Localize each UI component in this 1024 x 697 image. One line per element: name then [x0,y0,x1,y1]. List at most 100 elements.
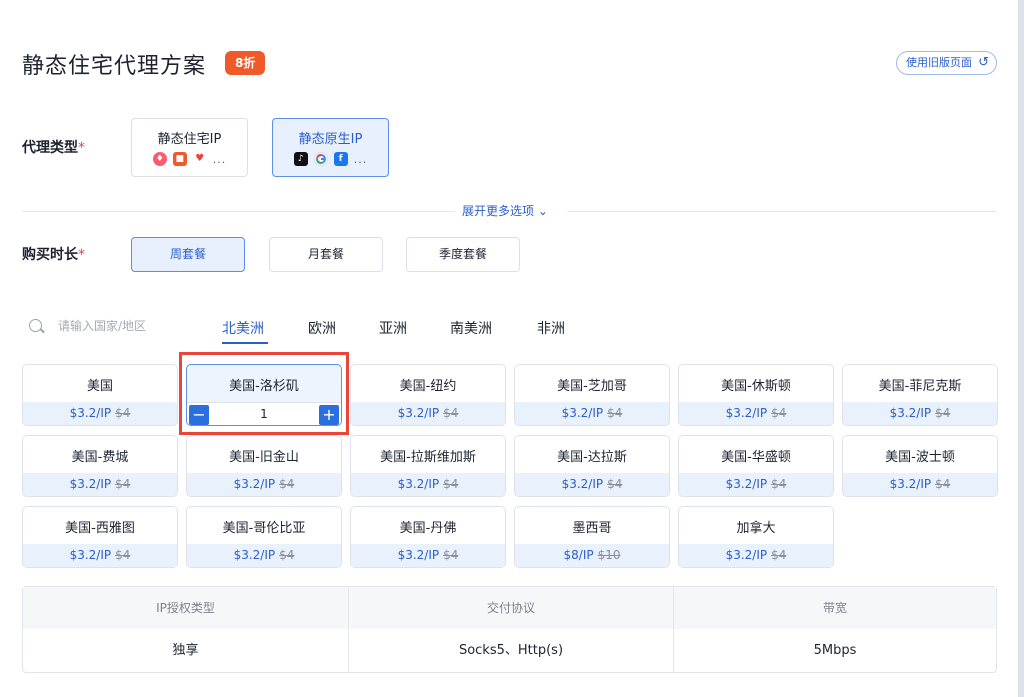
original-price: $4 [771,406,787,420]
location-price: $3.2/IP $4 [187,473,341,496]
duration-week-button[interactable]: 周套餐 [131,237,245,272]
info-column: IP授权类型 独享 [23,587,348,672]
current-price: $3.2/IP [561,406,604,420]
current-price: $3.2/IP [725,406,768,420]
location-card[interactable]: 美国-丹佛 $3.2/IP $4 [350,506,506,568]
google-icon [313,152,328,166]
location-name: 美国-拉斯维加斯 [380,450,476,465]
scrollbar[interactable] [1018,0,1024,697]
discount-badge: 8折 [225,51,266,75]
location-name: 美国-丹佛 [399,521,457,536]
location-price: $3.2/IP $4 [843,402,997,425]
info-column: 交付协议 Socks5、Http(s) [348,587,673,672]
current-price: $3.2/IP [397,477,440,491]
original-price: $4 [115,477,131,491]
original-price: $4 [607,406,623,420]
location-price: $3.2/IP $4 [679,473,833,496]
info-header: 带宽 [674,587,996,629]
expand-more-button[interactable]: 展开更多选项 ⌄ [460,202,550,219]
original-price: $4 [443,406,459,420]
location-name: 加拿大 [736,521,776,536]
facebook-icon: f [333,152,348,166]
location-card[interactable]: 美国 $3.2/IP $4 [22,364,178,426]
location-card[interactable]: 美国-拉斯维加斯 $3.2/IP $4 [350,435,506,497]
country-search-input[interactable] [58,315,188,337]
proxy-type-label: 代理类型* [22,137,85,157]
location-card[interactable]: 美国-西雅图 $3.2/IP $4 [22,506,178,568]
location-card[interactable]: 墨西哥 $8/IP $10 [514,506,670,568]
proxy-type-option-label: 静态原生IP [298,132,363,147]
legacy-page-button[interactable]: 使用旧版页面 ↺ [896,51,997,75]
location-card[interactable]: 美国-华盛顿 $3.2/IP $4 [678,435,834,497]
location-name: 美国-西雅图 [65,521,135,536]
required-mark: * [78,140,85,156]
current-price: $3.2/IP [725,477,768,491]
tab-south-america[interactable]: 南美洲 [450,318,492,338]
expand-more-label: 展开更多选项 [462,204,535,218]
active-tab-indicator [222,342,268,344]
location-price: $3.2/IP $4 [351,402,505,425]
location-name: 美国-菲尼克斯 [878,379,962,394]
proxy-type-option-label: 静态住宅IP [157,132,222,147]
location-price: $3.2/IP $4 [187,544,341,567]
location-name: 美国 [86,379,113,394]
location-card[interactable]: 美国-旧金山 $3.2/IP $4 [186,435,342,497]
original-price: $4 [115,548,131,562]
location-price: $3.2/IP $4 [351,473,505,496]
divider [567,211,997,212]
location-name: 美国-休斯顿 [721,379,791,394]
original-price: $4 [279,477,295,491]
location-name: 美国-华盛顿 [721,450,791,465]
duration-label: 购买时长* [22,244,85,264]
location-name: 墨西哥 [572,521,612,536]
location-card[interactable]: 美国-菲尼克斯 $3.2/IP $4 [842,364,998,426]
original-price: $4 [935,477,951,491]
current-price: $3.2/IP [69,548,112,562]
current-price: $3.2/IP [889,477,932,491]
location-card[interactable]: 美国-纽约 $3.2/IP $4 [350,364,506,426]
current-price: $3.2/IP [889,406,932,420]
tinder-icon: ♦ [152,152,167,166]
location-card[interactable]: 美国-达拉斯 $3.2/IP $4 [514,435,670,497]
current-price: $3.2/IP [233,477,276,491]
info-value: Socks5、Http(s) [458,643,564,658]
location-card[interactable]: 美国-波士顿 $3.2/IP $4 [842,435,998,497]
tiktok-icon: ♪ [293,152,308,166]
location-card[interactable]: 加拿大 $3.2/IP $4 [678,506,834,568]
tab-north-america[interactable]: 北美洲 [222,318,264,338]
tab-asia[interactable]: 亚洲 [379,318,407,338]
location-name: 美国-芝加哥 [557,379,627,394]
proxy-type-static-native[interactable]: 静态原生IP ♪ f ... [272,118,389,177]
search-icon [29,319,42,332]
info-header: IP授权类型 [23,587,348,629]
location-price: $3.2/IP $4 [351,544,505,567]
info-value: 独享 [172,643,199,658]
proxy-type-label-text: 代理类型 [22,140,78,156]
location-price: $8/IP $10 [515,544,669,567]
proxy-type-static-residential[interactable]: 静态住宅IP ♦ ■ ♥ ... [131,118,248,177]
duration-quarter-button[interactable]: 季度套餐 [406,237,520,272]
more-dots: ... [212,152,227,166]
location-name: 美国-波士顿 [885,450,955,465]
current-price: $3.2/IP [561,477,604,491]
lazada-icon: ♥ [192,152,207,166]
location-price: $3.2/IP $4 [515,402,669,425]
info-value: 5Mbps [813,643,857,658]
original-price: $4 [279,548,295,562]
legacy-page-label: 使用旧版页面 [906,56,972,69]
page-title: 静态住宅代理方案 [22,54,207,79]
location-price: $3.2/IP $4 [679,402,833,425]
location-price: $3.2/IP $4 [23,402,177,425]
location-card[interactable]: 美国-休斯顿 $3.2/IP $4 [678,364,834,426]
tab-europe[interactable]: 欧洲 [308,318,336,338]
divider [22,211,455,212]
location-card[interactable]: 美国-哥伦比亚 $3.2/IP $4 [186,506,342,568]
duration-month-button[interactable]: 月套餐 [269,237,383,272]
location-card[interactable]: 美国-芝加哥 $3.2/IP $4 [514,364,670,426]
location-name: 美国-费城 [71,450,129,465]
tab-africa[interactable]: 非洲 [537,318,565,338]
location-card[interactable]: 美国-费城 $3.2/IP $4 [22,435,178,497]
selection-highlight-box [179,352,349,435]
current-price: $3.2/IP [233,548,276,562]
location-name: 美国-哥伦比亚 [222,521,306,536]
